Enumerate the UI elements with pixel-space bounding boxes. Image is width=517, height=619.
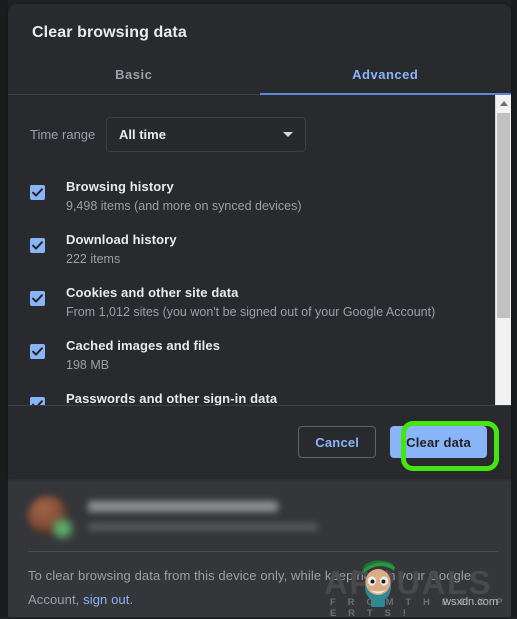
- account-name-redacted: [88, 501, 278, 512]
- time-range-row: Time range All time: [8, 95, 511, 170]
- time-range-value: All time: [119, 127, 283, 142]
- data-type-text: Browsing history 9,498 items (and more o…: [66, 177, 487, 216]
- data-type-row-cached-images[interactable]: Cached images and files 198 MB: [8, 329, 511, 382]
- data-type-title: Passwords and other sign-in data: [66, 391, 277, 406]
- tab-basic[interactable]: Basic: [8, 56, 260, 94]
- data-type-row-browsing-history[interactable]: Browsing history 9,498 items (and more o…: [8, 170, 511, 223]
- footer-text-trailing: .: [129, 592, 133, 607]
- dialog-tabs: Basic Advanced: [8, 56, 511, 95]
- account-email-redacted: [88, 523, 318, 531]
- dialog-title: Clear browsing data: [8, 4, 511, 42]
- data-type-title: Cached images and files: [66, 338, 220, 353]
- data-type-title: Download history: [66, 232, 177, 247]
- tab-advanced[interactable]: Advanced: [260, 56, 512, 94]
- data-type-subtitle: 198 MB: [66, 356, 487, 375]
- scrollbar-thumb[interactable]: [497, 113, 510, 318]
- data-type-text: Cached images and files 198 MB: [66, 336, 487, 375]
- data-type-title: Browsing history: [66, 179, 174, 194]
- time-range-select[interactable]: All time: [106, 117, 306, 152]
- scrollbar-up-button[interactable]: [496, 95, 511, 111]
- data-type-row-cookies[interactable]: Cookies and other site data From 1,012 s…: [8, 276, 511, 329]
- clear-browsing-data-dialog: Clear browsing data Basic Advanced Time …: [8, 4, 511, 478]
- data-type-row-download-history[interactable]: Download history 222 items: [8, 223, 511, 276]
- time-range-label: Time range: [30, 127, 106, 142]
- avatar-sync-badge: [53, 519, 72, 538]
- sign-out-link[interactable]: sign out: [83, 592, 129, 607]
- data-type-subtitle: 222 items: [66, 250, 487, 269]
- checkbox-cookies[interactable]: [30, 291, 45, 306]
- clear-data-button[interactable]: Clear data: [390, 426, 487, 458]
- dialog-body-content: Time range All time Browsing history 9,4…: [8, 95, 511, 415]
- underlay-divider: [28, 551, 498, 552]
- backdrop-strip-right: [511, 0, 517, 617]
- dialog-action-bar: Cancel Clear data: [8, 405, 511, 478]
- data-type-subtitle: 9,498 items (and more on synced devices): [66, 197, 487, 216]
- checkbox-cached-images[interactable]: [30, 344, 45, 359]
- checkbox-download-history[interactable]: [30, 238, 45, 253]
- data-type-text: Download history 222 items: [66, 230, 487, 269]
- data-type-subtitle: From 1,012 sites (you won't be signed ou…: [66, 303, 487, 322]
- account-text: [88, 501, 491, 531]
- arrow-up-icon: [500, 101, 508, 106]
- backdrop-strip-left: [0, 0, 8, 617]
- checkbox-browsing-history[interactable]: [30, 185, 45, 200]
- avatar: [28, 496, 68, 536]
- chevron-down-icon: [283, 132, 293, 137]
- signout-footer-text: To clear browsing data from this device …: [8, 556, 511, 612]
- dialog-scroll-body: Time range All time Browsing history 9,4…: [8, 95, 511, 415]
- data-type-title: Cookies and other site data: [66, 285, 238, 300]
- cancel-button[interactable]: Cancel: [298, 426, 376, 458]
- account-row[interactable]: [8, 482, 511, 550]
- dialog-scrollbar[interactable]: [495, 95, 511, 415]
- data-type-text: Cookies and other site data From 1,012 s…: [66, 283, 487, 322]
